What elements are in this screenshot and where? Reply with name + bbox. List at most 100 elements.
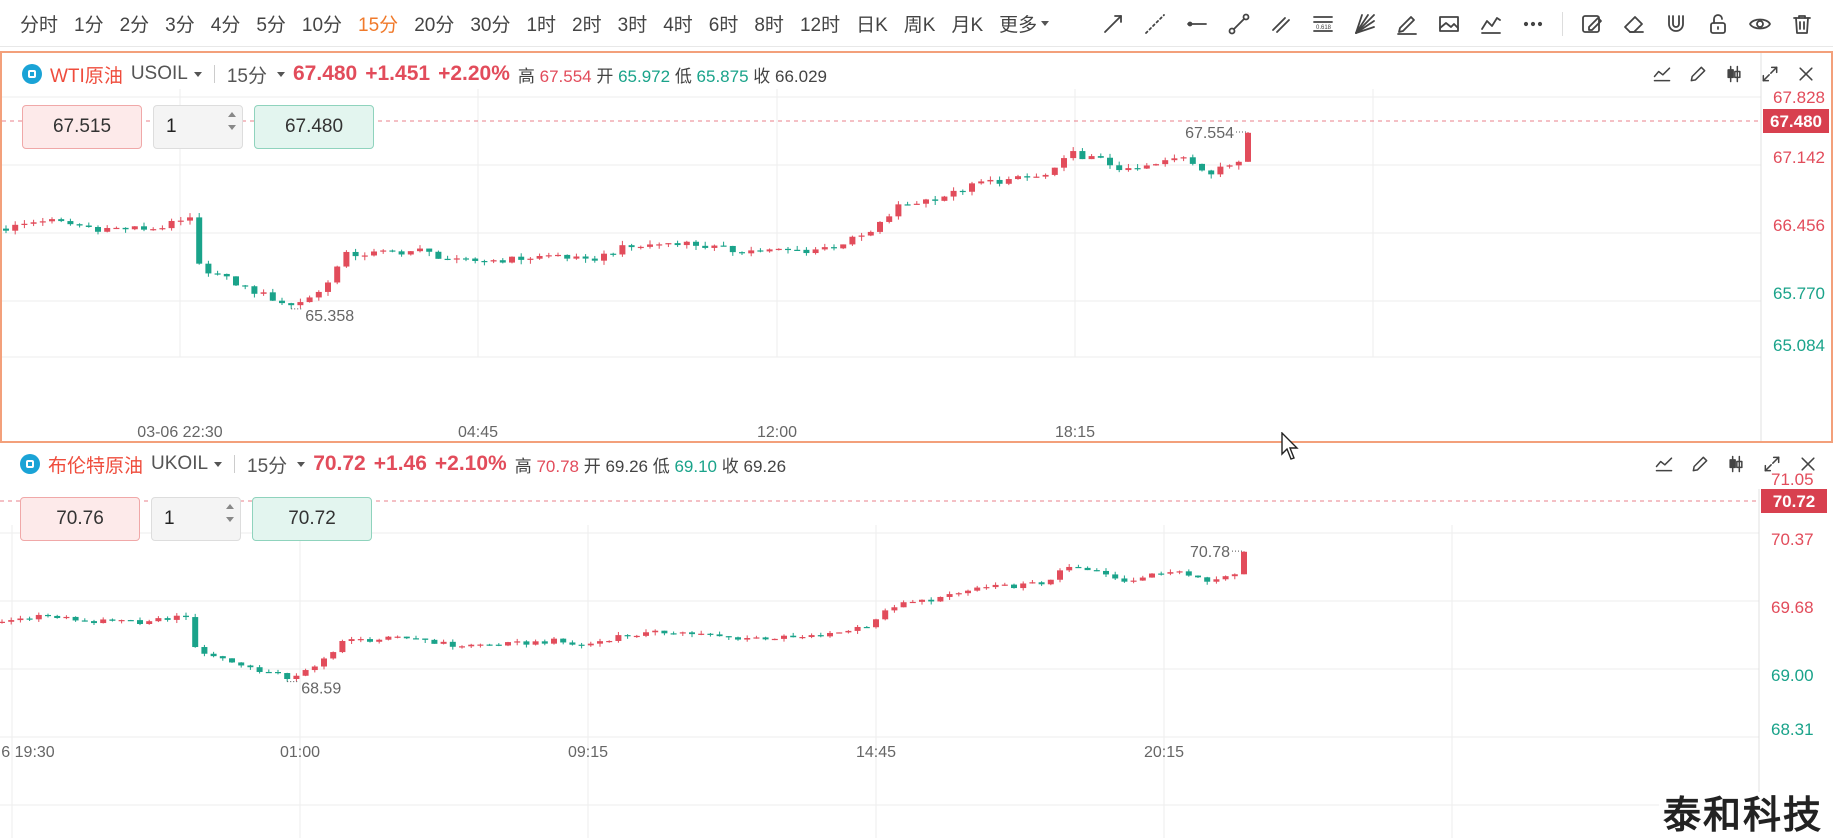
period-option[interactable]: 3分 — [165, 10, 195, 37]
candle — [146, 619, 153, 625]
low-value: 65.875 — [696, 66, 749, 86]
candle-body — [297, 302, 304, 306]
candle — [91, 619, 97, 625]
candle-body — [748, 250, 755, 254]
chart-type-icon[interactable] — [1719, 59, 1749, 89]
period-option[interactable]: 日K — [856, 10, 888, 37]
period-option[interactable]: 2时 — [572, 10, 602, 37]
chart-pane-brent[interactable]: 71.05 70.37 69.68 69.00 68.31 6 19:30 01:00 09:… — [0, 445, 1833, 838]
candle-body — [1176, 571, 1183, 573]
period-option[interactable]: 12时 — [800, 10, 840, 37]
horizontal-line-icon[interactable] — [1180, 7, 1214, 41]
indicator-icon[interactable] — [1649, 449, 1679, 479]
note-icon[interactable] — [1575, 7, 1609, 41]
period-option[interactable]: 分时 — [20, 10, 58, 37]
gann-fan-icon[interactable] — [1348, 7, 1382, 41]
more-tools-icon[interactable] — [1516, 7, 1550, 41]
interval-dropdown[interactable]: 15分 — [227, 61, 285, 88]
close-label: 收 — [721, 456, 739, 476]
symbol-name[interactable]: 布伦特原油 — [48, 451, 143, 478]
polyline-icon[interactable] — [1474, 7, 1508, 41]
trend-line-icon[interactable] — [1096, 7, 1130, 41]
symbol-code-dropdown[interactable]: USOIL — [131, 63, 202, 85]
eye-icon[interactable] — [1743, 7, 1777, 41]
candle-body — [873, 619, 879, 628]
period-option[interactable]: 3时 — [618, 10, 648, 37]
symbol-name[interactable]: WTI原油 — [50, 61, 123, 88]
candle-body — [8, 620, 15, 622]
brand-watermark: 泰和科技 — [1658, 792, 1827, 838]
buy-price-button[interactable]: 70.72 — [252, 497, 372, 541]
candle-body — [334, 266, 341, 283]
y-axis-tick-label: 67.828 — [1773, 88, 1825, 107]
brush-icon[interactable] — [1390, 7, 1424, 41]
period-option[interactable]: 1时 — [526, 10, 556, 37]
magnet-icon[interactable] — [1659, 7, 1693, 41]
segment-icon[interactable] — [1222, 7, 1256, 41]
y-axis-tick-label: 69.68 — [1771, 598, 1814, 617]
indicator-icon[interactable] — [1647, 59, 1677, 89]
fullscreen-icon[interactable] — [1757, 449, 1787, 479]
candle-body — [361, 255, 368, 257]
candle — [946, 591, 953, 600]
symbol-code-dropdown[interactable]: UKOIL — [151, 453, 223, 475]
close-icon[interactable] — [1791, 59, 1821, 89]
candle-body — [205, 263, 212, 274]
candle-body — [490, 260, 497, 262]
draw-pencil-icon[interactable] — [1685, 449, 1715, 479]
period-option[interactable]: 周K — [904, 10, 936, 37]
interval-dropdown[interactable]: 15分 — [247, 451, 306, 478]
candle — [725, 636, 732, 640]
chevron-down-icon — [297, 461, 306, 467]
candle-body — [720, 245, 727, 247]
candle — [1051, 167, 1058, 177]
chart-type-icon[interactable] — [1721, 449, 1751, 479]
period-option[interactable]: 6时 — [709, 10, 739, 37]
fullscreen-icon[interactable] — [1755, 59, 1785, 89]
period-option[interactable]: 8时 — [754, 10, 784, 37]
increment-icon[interactable] — [228, 112, 236, 117]
period-option[interactable]: 4时 — [663, 10, 693, 37]
quantity-stepper[interactable]: 1 — [153, 105, 243, 149]
period-option[interactable]: 30分 — [470, 10, 510, 37]
candle — [371, 248, 377, 257]
decrement-icon[interactable] — [228, 125, 236, 130]
quantity-stepper[interactable]: 1 — [151, 497, 241, 541]
candle — [597, 638, 603, 647]
period-option[interactable]: 10分 — [302, 10, 342, 37]
buy-price-button[interactable]: 67.480 — [254, 105, 374, 149]
period-option[interactable]: 5分 — [256, 10, 286, 37]
period-option[interactable]: 4分 — [211, 10, 241, 37]
candle — [361, 252, 368, 261]
draw-pencil-icon[interactable] — [1683, 59, 1713, 89]
more-periods-dropdown[interactable]: 更多 — [999, 10, 1050, 37]
period-option[interactable]: 1分 — [74, 10, 104, 37]
trash-icon[interactable] — [1785, 7, 1819, 41]
eraser-icon[interactable] — [1617, 7, 1651, 41]
close-icon[interactable] — [1793, 449, 1823, 479]
candle-body — [343, 251, 350, 267]
candle-body — [689, 632, 695, 635]
decrement-icon[interactable] — [226, 517, 234, 522]
fibonacci-icon[interactable]: 0.618 — [1306, 7, 1340, 41]
candle-body — [1231, 574, 1238, 577]
image-icon[interactable] — [1432, 7, 1466, 41]
extended-line-icon[interactable] — [1138, 7, 1172, 41]
lock-icon[interactable] — [1701, 7, 1735, 41]
sell-price-button[interactable]: 67.515 — [22, 105, 142, 149]
candle — [582, 254, 589, 263]
chart-pane-wti[interactable]: 67.828 67.142 66.456 65.770 65.084 03-06 22:3… — [0, 51, 1833, 443]
period-option[interactable]: 15分 — [358, 10, 398, 37]
candle — [330, 651, 337, 660]
period-option[interactable]: 2分 — [120, 10, 150, 37]
candle-body — [1158, 573, 1165, 575]
sell-price-button[interactable]: 70.76 — [20, 497, 140, 541]
period-option[interactable]: 20分 — [414, 10, 454, 37]
candle — [1167, 569, 1174, 576]
parallel-channel-icon[interactable] — [1264, 7, 1298, 41]
pane-controls — [1649, 449, 1823, 479]
period-option[interactable]: 月K — [951, 10, 983, 37]
candle-body — [95, 226, 101, 232]
increment-icon[interactable] — [226, 504, 234, 509]
candle — [771, 638, 778, 641]
